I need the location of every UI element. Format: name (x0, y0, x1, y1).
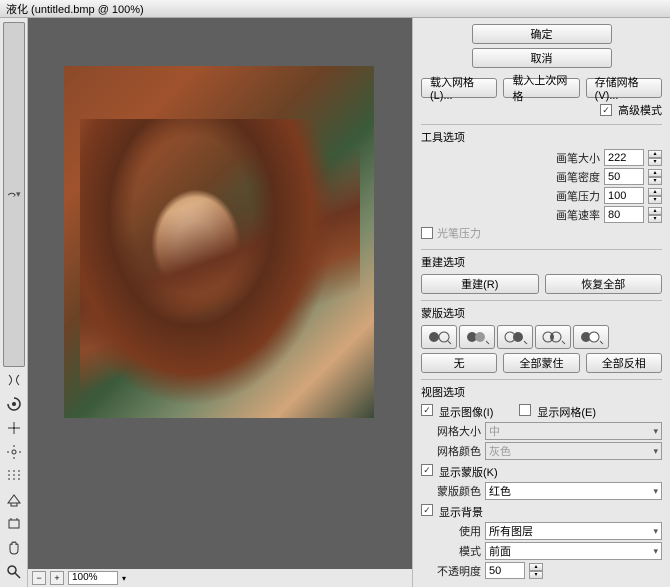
stylus-pressure-label: 光笔压力 (437, 225, 481, 241)
use-select[interactable]: 所有图层 (485, 522, 662, 540)
show-image-checkbox[interactable] (421, 404, 433, 416)
bloat-tool-icon[interactable] (3, 441, 25, 463)
show-mesh-checkbox[interactable] (519, 404, 531, 416)
brush-pressure-spinner[interactable]: ▴▾ (648, 188, 662, 204)
options-panel: 确定 取消 载入网格(L)... 载入上次网格 存储网格(V)... 高级模式 … (412, 18, 670, 587)
brush-density-label: 画笔密度 (540, 169, 600, 185)
mesh-color-select: 灰色 (485, 442, 662, 460)
brush-density-spinner[interactable]: ▴▾ (648, 169, 662, 185)
tool-options-title: 工具选项 (421, 129, 662, 145)
mask-color-select[interactable]: 红色 (485, 482, 662, 500)
advanced-mode-checkbox[interactable] (600, 104, 612, 116)
brush-density-input[interactable] (604, 168, 644, 185)
mesh-color-label: 网格颜色 (421, 443, 481, 459)
brush-size-spinner[interactable]: ▴▾ (648, 150, 662, 166)
advanced-mode-label: 高级模式 (618, 102, 662, 118)
brush-rate-input[interactable] (604, 206, 644, 223)
toolbar (0, 18, 28, 587)
show-image-label: 显示图像(I) (439, 404, 493, 420)
twirl-tool-icon[interactable] (3, 393, 25, 415)
brush-rate-label: 画笔速率 (540, 207, 600, 223)
forward-warp-tool-icon[interactable] (3, 22, 25, 367)
mesh-size-select: 中 (485, 422, 662, 440)
mask-options-title: 蒙版选项 (421, 305, 662, 321)
brush-pressure-label: 画笔压力 (540, 188, 600, 204)
brush-size-label: 画笔大小 (540, 150, 600, 166)
mask-intersect-icon[interactable] (535, 325, 571, 349)
opacity-label: 不透明度 (421, 563, 481, 579)
mode-label: 模式 (421, 543, 481, 559)
mask-none-button[interactable]: 无 (421, 353, 497, 373)
show-mask-label: 显示蒙版(K) (439, 464, 498, 480)
zoom-out-button[interactable]: − (32, 571, 46, 585)
mask-color-label: 蒙版颜色 (421, 483, 481, 499)
view-options-title: 视图选项 (421, 384, 662, 400)
zoom-bar: − + 100% ▾ (28, 569, 412, 587)
mask-add-icon[interactable] (459, 325, 495, 349)
mode-select[interactable]: 前面 (485, 542, 662, 560)
zoom-dropdown-icon[interactable]: ▾ (122, 574, 126, 583)
brush-pressure-input[interactable] (604, 187, 644, 204)
image-canvas[interactable] (64, 66, 374, 418)
mesh-size-label: 网格大小 (421, 423, 481, 439)
brush-size-input[interactable] (604, 149, 644, 166)
pucker-tool-icon[interactable] (3, 417, 25, 439)
thaw-mask-tool-icon[interactable] (3, 513, 25, 535)
zoom-input[interactable]: 100% (68, 571, 118, 585)
restore-all-button[interactable]: 恢复全部 (545, 274, 663, 294)
hand-tool-icon[interactable] (3, 537, 25, 559)
zoom-tool-icon[interactable] (3, 561, 25, 583)
canvas-area: − + 100% ▾ (28, 18, 412, 587)
show-backdrop-label: 显示背景 (439, 504, 483, 520)
titlebar: 液化 (untitled.bmp @ 100%) (0, 0, 670, 18)
show-mesh-label: 显示网格(E) (537, 404, 596, 420)
freeze-mask-tool-icon[interactable] (3, 489, 25, 511)
zoom-in-button[interactable]: + (50, 571, 64, 585)
opacity-input[interactable] (485, 562, 525, 579)
ok-button[interactable]: 确定 (472, 24, 612, 44)
mask-subtract-icon[interactable] (497, 325, 533, 349)
show-mask-checkbox[interactable] (421, 464, 433, 476)
reconstruct-tool-icon[interactable] (3, 369, 25, 391)
window-title: 液化 (untitled.bmp @ 100%) (6, 1, 144, 17)
mask-invert-icon[interactable] (573, 325, 609, 349)
mask-all-button[interactable]: 全部蒙住 (503, 353, 579, 373)
cancel-button[interactable]: 取消 (472, 48, 612, 68)
reconstruct-options-title: 重建选项 (421, 254, 662, 270)
mask-replace-icon[interactable] (421, 325, 457, 349)
push-left-tool-icon[interactable] (3, 465, 25, 487)
load-mesh-button[interactable]: 载入网格(L)... (421, 78, 497, 98)
reconstruct-button[interactable]: 重建(R) (421, 274, 539, 294)
stylus-pressure-checkbox[interactable] (421, 227, 433, 239)
opacity-spinner[interactable]: ▴▾ (529, 563, 543, 579)
save-mesh-button[interactable]: 存储网格(V)... (586, 78, 662, 98)
use-label: 使用 (421, 523, 481, 539)
show-backdrop-checkbox[interactable] (421, 504, 433, 516)
brush-rate-spinner[interactable]: ▴▾ (648, 207, 662, 223)
load-last-mesh-button[interactable]: 载入上次网格 (503, 78, 579, 98)
mask-invert-all-button[interactable]: 全部反相 (586, 353, 662, 373)
